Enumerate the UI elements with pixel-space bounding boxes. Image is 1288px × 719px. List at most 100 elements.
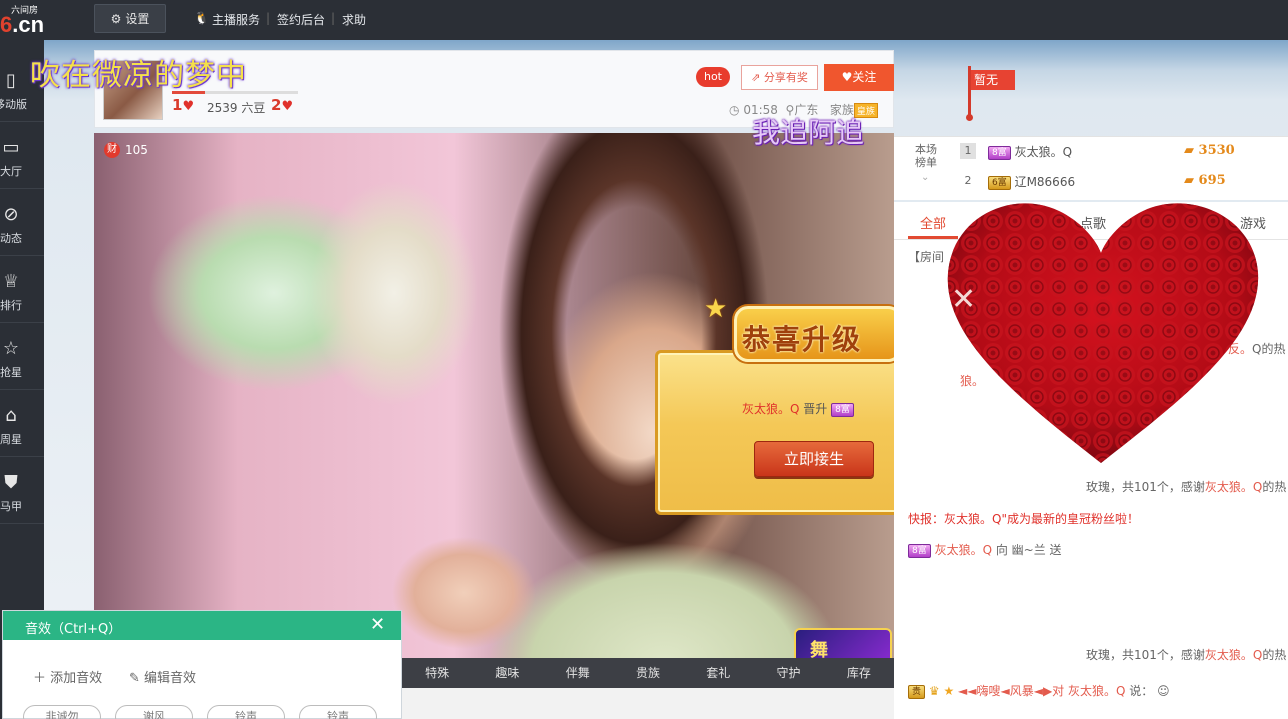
gift-tab[interactable]: 套礼 <box>683 658 753 688</box>
gift-tab[interactable]: 库存 <box>824 658 894 688</box>
sidebar-item-label: 动态 <box>0 232 22 245</box>
rich-level-badge: 8富 <box>988 145 1011 160</box>
sidebar-item-label: 大厅 <box>0 165 22 178</box>
gift-tab[interactable]: 伴舞 <box>543 658 613 688</box>
chevron-down-icon[interactable]: ⌄ <box>921 172 929 183</box>
levelup-title: 恭喜升级 <box>742 323 863 356</box>
vip-badge: 贵 <box>908 684 926 699</box>
rank-coins: ▰ 3530 <box>1184 143 1235 158</box>
pencil-icon: ✎ <box>129 671 140 686</box>
gear-icon: ⚙ <box>110 11 122 26</box>
tv-icon: ▭ <box>2 137 20 158</box>
sidebar-item-hall[interactable]: ▭ 大厅 <box>0 123 44 189</box>
levelup-message: 灰太狼。Q 晋升 8富 <box>742 400 854 417</box>
rank-number: 1 <box>960 143 976 159</box>
hot-badge[interactable]: hot <box>696 67 730 87</box>
compass-icon: ⊘ <box>3 204 19 225</box>
close-icon[interactable]: ✕ <box>951 282 976 317</box>
gift-list <box>402 688 894 719</box>
gift-tab[interactable]: 趣味 <box>472 658 542 688</box>
sfx-header: 音效（Ctrl+Q） ✕ <box>3 611 401 640</box>
settings-button[interactable]: ⚙ 设置 <box>94 4 166 33</box>
anchor-name: 吹在微凉的梦中 <box>30 58 247 93</box>
sidebar-item-week-star[interactable]: ⌂ 周星 <box>0 391 44 457</box>
wealth-icon: 财 <box>104 142 120 158</box>
congratulate-button[interactable]: 立即接生 <box>754 441 874 477</box>
gift-tab[interactable]: 守护 <box>753 658 823 688</box>
follow-button[interactable]: ♥关注 <box>824 64 894 91</box>
rank-user: 8富 灰太狼。Q <box>988 143 1072 160</box>
current-level: 1♥ <box>172 96 195 114</box>
site-logo[interactable]: 六间房 6.cn <box>0 0 60 40</box>
gift-tab[interactable]: 贵族 <box>613 658 683 688</box>
add-sfx-button[interactable]: ＋ 添加音效 <box>33 667 102 686</box>
flag-badge: 暂无 <box>966 66 1016 121</box>
star-icon: ★ <box>704 294 728 324</box>
sfx-chip[interactable]: 谢风 <box>115 705 193 719</box>
gift-tab[interactable]: 特殊 <box>402 658 472 688</box>
gift-icon: ⌂ <box>5 405 17 426</box>
chat-message: 玫瑰，共101个，感谢灰太狼。Q的热 <box>1086 480 1287 494</box>
rank-label[interactable]: 本场榜单 <box>912 143 940 169</box>
top-bar: 六间房 6.cn ⚙ 设置 🐧 主播服务 | 签约后台 | 求助 <box>0 0 1288 40</box>
sidebar-item-feed[interactable]: ⊘ 动态 <box>0 190 44 256</box>
sfx-chip[interactable]: 铃声 <box>207 705 285 719</box>
plus-icon: ＋ <box>33 671 47 686</box>
levelup-action: 晋升 <box>803 402 828 416</box>
rank-number: 2 <box>964 174 972 187</box>
emoticon-icon: ☺ <box>1157 684 1170 698</box>
sidebar-item-vest[interactable]: ⛊ 马甲 <box>0 458 44 524</box>
penguin-icon: 🐧 <box>194 11 209 25</box>
divider: | <box>266 11 271 25</box>
viewer-count: 财 105 <box>104 142 148 158</box>
star-badge-icon: ★ <box>943 684 955 698</box>
sound-effects-panel: 音效（Ctrl+Q） ✕ ＋ 添加音效 ✎ 编辑音效 非诚勿 谢风 铃声 铃声 <box>2 610 402 719</box>
follow-label: 关注 <box>852 70 877 84</box>
sidebar-item-grab-star[interactable]: ☆ 抢星 <box>0 324 44 390</box>
sidebar-item-label: 周星 <box>0 433 22 446</box>
logo-text: 6.cn <box>0 12 45 37</box>
divider: | <box>331 11 336 25</box>
crown-icon: ♛ <box>928 684 940 698</box>
heart-icon: ♥ <box>841 70 853 84</box>
mobile-icon: ▯ <box>6 70 16 91</box>
shirt-icon: ⛊ <box>4 472 18 493</box>
star-icon: ☆ <box>2 338 20 359</box>
heart-icon: ♥ <box>281 99 294 114</box>
rank-row[interactable]: 1 8富 灰太狼。Q ▰ 3530 <box>958 141 1288 163</box>
share-button[interactable]: ⇗ 分享有奖 <box>741 65 818 90</box>
rank-coins: ▰ 695 <box>1184 173 1226 188</box>
sign-backend-link[interactable]: 签约后台 <box>277 11 325 28</box>
chat-message: 玫瑰，共101个，感谢灰太狼。Q的热 <box>1086 648 1287 662</box>
chat-message: 8富 灰太狼。Q 向 幽~兰 送 <box>908 541 1062 558</box>
anchor-service-link[interactable]: 主播服务 <box>212 11 260 28</box>
share-icon: ⇗ <box>751 71 761 84</box>
clock-icon: ◷ <box>729 103 740 117</box>
sidebar-item-label: 抢星 <box>0 366 22 379</box>
levelup-user: 灰太狼。Q <box>742 402 800 416</box>
crown-icon: ♕ <box>2 271 20 292</box>
coin-icon: ▰ <box>1184 143 1194 158</box>
rose-heart-gift-animation <box>947 203 1259 464</box>
edit-sfx-button[interactable]: ✎ 编辑音效 <box>129 667 196 686</box>
viewer-number: 105 <box>125 143 148 157</box>
flag-label: 暂无 <box>971 70 1015 90</box>
sidebar-item-ranking[interactable]: ♕ 排行 <box>0 257 44 323</box>
close-icon[interactable]: ✕ <box>370 614 385 635</box>
sidebar-item-label: 马甲 <box>0 500 22 513</box>
floating-chat-message: 我追阿追 <box>752 116 865 149</box>
sfx-title: 音效（Ctrl+Q） <box>25 622 122 637</box>
help-link[interactable]: 求助 <box>342 11 366 28</box>
sfx-chip[interactable]: 非诚勿 <box>23 705 101 719</box>
next-level: 2♥ <box>271 96 294 114</box>
share-label: 分享有奖 <box>763 71 808 84</box>
heart-icon: ♥ <box>182 99 195 114</box>
sidebar-item-label: 排行 <box>0 299 22 312</box>
rich-level-badge: 8富 <box>908 543 931 558</box>
gift-category-bar: 特殊 趣味 伴舞 贵族 套礼 守护 库存 <box>402 658 894 688</box>
sfx-chip[interactable]: 铃声 <box>299 705 377 719</box>
beans-count: 2539 六豆 <box>207 101 266 115</box>
settings-label: 设置 <box>125 12 150 26</box>
chat-message: 快报：灰太狼。Q"成为最新的皇冠粉丝啦！ <box>908 512 1139 526</box>
rich-level-badge: 8富 <box>831 402 854 417</box>
